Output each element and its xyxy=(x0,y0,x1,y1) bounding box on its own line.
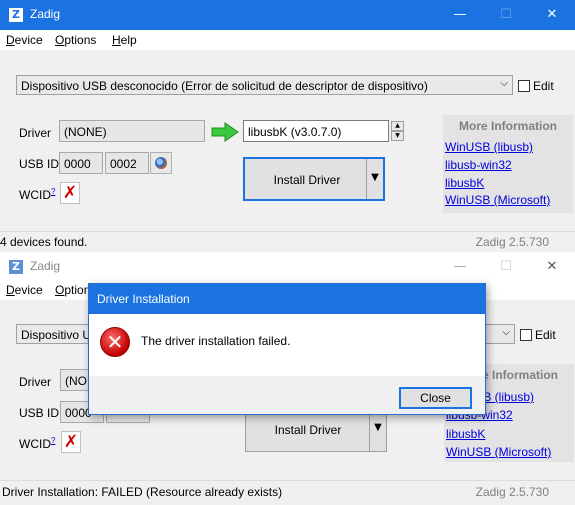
dialog-title: Driver Installation xyxy=(97,292,190,306)
version-text: Zadig 2.5.730 xyxy=(475,235,549,249)
driver-label: Driver xyxy=(19,375,51,389)
menu-device[interactable]: Device xyxy=(6,33,43,47)
link-libusb-win32[interactable]: libusb-win32 xyxy=(445,158,512,172)
more-info-title: More Information xyxy=(459,119,557,133)
edit-label: Edit xyxy=(533,79,554,93)
version-text: Zadig 2.5.730 xyxy=(475,485,549,499)
usbid-label: USB ID xyxy=(19,406,60,420)
wcid-x-icon: ✗ xyxy=(60,182,80,204)
vid-value: 0000 xyxy=(64,157,91,171)
status-bar: 4 devices found. Zadig 2.5.730 xyxy=(0,231,575,252)
usbid-label: USB ID xyxy=(19,157,60,171)
install-driver-main[interactable]: Install Driver xyxy=(246,409,370,451)
install-driver-button[interactable]: Install Driver ▼ xyxy=(243,157,385,201)
edit-checkbox[interactable] xyxy=(520,329,532,341)
driver-label: Driver xyxy=(19,126,51,140)
chevron-down-icon: ⌵ xyxy=(500,78,508,89)
wcid-help-link[interactable]: ? xyxy=(51,187,55,196)
install-driver-main[interactable]: Install Driver xyxy=(245,159,369,199)
minimize-button[interactable]: — xyxy=(437,252,483,282)
link-winusb-microsoft[interactable]: WinUSB (Microsoft) xyxy=(445,193,550,207)
zadig-window-main: Z Zadig — ☐ ✕ Device Options Help Dispos… xyxy=(0,0,575,252)
title-bar[interactable]: Z Zadig — ☐ ✕ xyxy=(0,0,575,30)
menu-bar: Device Options Help xyxy=(0,30,575,50)
edit-label: Edit xyxy=(535,328,556,342)
maximize-button[interactable]: ☐ xyxy=(483,0,529,30)
install-driver-label: Install Driver xyxy=(273,173,341,187)
dialog-message: The driver installation failed. xyxy=(141,334,291,348)
wcid-text: WCID xyxy=(19,437,51,451)
wcid-help-link[interactable]: ? xyxy=(51,436,55,445)
pid-value: 0002 xyxy=(110,157,137,171)
dialog-body: ✕ The driver installation failed. xyxy=(89,314,485,376)
device-select[interactable]: Dispositivo USB desconocido (Error de so… xyxy=(16,75,513,95)
window-title: Zadig xyxy=(30,7,61,21)
wcid-label: WCID? xyxy=(19,436,55,451)
install-dropdown-arrow-icon[interactable]: ▼ xyxy=(366,159,383,199)
current-driver-value: (NONE) xyxy=(64,125,107,139)
vid-field: 0000 xyxy=(59,152,103,174)
close-button[interactable]: ✕ xyxy=(529,252,575,282)
driver-spinner[interactable]: ▲ ▼ xyxy=(391,121,404,143)
edit-checkbox[interactable] xyxy=(518,80,530,92)
globe-icon[interactable] xyxy=(150,152,172,174)
link-winusb-microsoft[interactable]: WinUSB (Microsoft) xyxy=(446,445,551,459)
link-libusbk[interactable]: libusbK xyxy=(445,176,484,190)
current-driver-field: (NONE) xyxy=(59,120,205,142)
target-driver-field[interactable]: libusbK (v3.0.7.0) xyxy=(243,120,389,142)
maximize-button[interactable]: ☐ xyxy=(483,252,529,282)
link-libusbk[interactable]: libusbK xyxy=(446,427,485,441)
zadig-app-icon: Z xyxy=(9,260,23,274)
wcid-x-icon: ✗ xyxy=(61,431,81,453)
arrow-right-icon xyxy=(211,122,239,142)
status-text: 4 devices found. xyxy=(0,235,88,249)
chevron-down-icon: ⌵ xyxy=(502,327,510,338)
close-button[interactable]: ✕ xyxy=(529,0,575,30)
dialog-title-bar[interactable]: Driver Installation xyxy=(89,284,485,314)
device-select-value: Dispositivo USB desconocido (Error de so… xyxy=(21,79,428,93)
spin-down-icon[interactable]: ▼ xyxy=(391,131,404,141)
status-text: Driver Installation: FAILED (Resource al… xyxy=(2,485,283,499)
menu-help[interactable]: Help xyxy=(112,33,137,47)
target-driver-value: libusbK (v3.0.7.0) xyxy=(248,125,342,139)
wcid-text: WCID xyxy=(19,188,51,202)
link-winusb-libusb[interactable]: WinUSB (libusb) xyxy=(445,140,533,154)
menu-options[interactable]: Options xyxy=(55,33,96,47)
minimize-button[interactable]: — xyxy=(437,0,483,30)
wcid-label: WCID? xyxy=(19,187,55,202)
menu-device[interactable]: Device xyxy=(6,283,43,297)
install-dropdown-arrow-icon[interactable]: ▼ xyxy=(369,409,386,451)
more-info-panel: More Information WinUSB (libusb) libusb-… xyxy=(443,115,573,213)
pid-field: 0002 xyxy=(105,152,149,174)
zadig-app-icon: Z xyxy=(9,8,23,22)
close-dialog-button[interactable]: Close xyxy=(399,387,472,409)
window-title: Zadig xyxy=(30,259,61,273)
status-bar: Driver Installation: FAILED (Resource al… xyxy=(0,480,575,505)
title-bar-inactive[interactable]: Z Zadig — ☐ ✕ xyxy=(0,252,575,282)
driver-installation-dialog: Driver Installation ✕ The driver install… xyxy=(88,283,486,415)
spin-up-icon[interactable]: ▲ xyxy=(391,121,404,131)
error-icon: ✕ xyxy=(100,327,130,357)
install-driver-label: Install Driver xyxy=(274,423,342,437)
